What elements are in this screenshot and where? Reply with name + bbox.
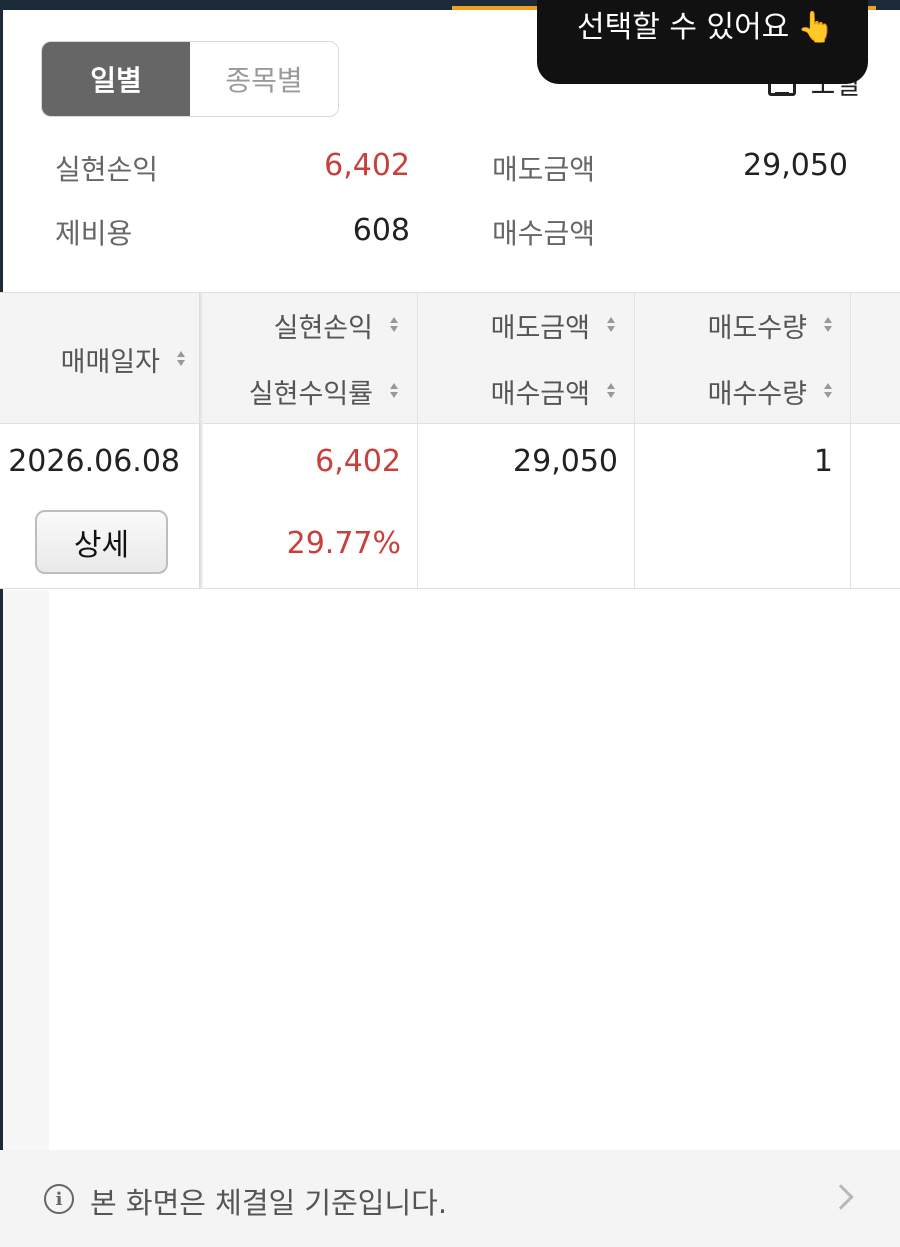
tab-daily[interactable]: 일별 [42, 42, 190, 116]
pointing-hand-icon: 👆 [797, 10, 835, 45]
detail-button[interactable]: 상세 [35, 510, 168, 574]
sort-icon [823, 382, 833, 400]
tooltip: 선택할 수 있어요 👆 [537, 0, 868, 84]
header-sell-qty[interactable]: 매도수량 [635, 305, 833, 345]
chevron-right-icon [828, 1184, 854, 1210]
header-sell-qty-label: 매도수량 [707, 312, 807, 344]
table-header: 매매일자 실현손익 실현수익률 매도금액 매수금액 매도수량 매수수량 [0, 292, 900, 424]
header-realized-rate[interactable]: 실현수익률 [203, 371, 399, 411]
sort-icon [606, 382, 616, 400]
header-buy-amount-label: 매수금액 [490, 378, 590, 410]
summary-realized-pl-label: 실현손익 [55, 153, 159, 186]
fixed-column-shadow [199, 292, 203, 589]
sort-icon [176, 350, 186, 368]
info-icon: i [44, 1184, 74, 1214]
sort-icon [389, 382, 399, 400]
cell-realized-pl: 6,402 [315, 444, 401, 479]
summary-sell-amount-value: 29,050 [743, 148, 848, 183]
tooltip-text: 선택할 수 있어요 [577, 10, 790, 45]
fixed-column-background [3, 590, 49, 1150]
sort-icon [389, 316, 399, 334]
view-mode-toggle: 일별 종목별 [41, 41, 339, 117]
summary-realized-pl-value: 6,402 [324, 148, 410, 183]
column-divider [634, 292, 635, 589]
cell-sell-qty: 1 [813, 444, 833, 479]
tab-by-stock[interactable]: 종목별 [190, 42, 338, 116]
sort-icon [606, 316, 616, 334]
cell-realized-rate: 29.77% [286, 526, 401, 561]
summary-buy-amount-label: 매수금액 [492, 217, 596, 250]
summary-fees-label: 제비용 [55, 217, 133, 250]
header-date[interactable]: 매매일자 [0, 339, 186, 379]
column-divider [850, 292, 851, 589]
summary-sell-amount-label: 매도금액 [492, 153, 596, 186]
header-date-label: 매매일자 [60, 346, 160, 378]
header-buy-amount[interactable]: 매수금액 [418, 371, 616, 411]
header-realized-rate-label: 실현수익률 [248, 378, 373, 410]
cell-sell-amount: 29,050 [513, 444, 618, 479]
column-divider [417, 292, 418, 589]
header-sell-amount-label: 매도금액 [490, 312, 590, 344]
footer-text: 본 화면은 체결일 기준입니다. [90, 1186, 448, 1220]
sort-icon [823, 316, 833, 334]
footer-notice[interactable]: i 본 화면은 체결일 기준입니다. [0, 1150, 900, 1247]
header-realized-pl-label: 실현손익 [273, 312, 373, 344]
header-sell-amount[interactable]: 매도금액 [418, 305, 616, 345]
summary-fees-value: 608 [352, 213, 410, 248]
header-buy-qty[interactable]: 매수수량 [635, 371, 833, 411]
table-row[interactable]: 2026.06.08 상세 6,402 29.77% 29,050 1 [0, 424, 900, 589]
header-realized-pl[interactable]: 실현손익 [203, 305, 399, 345]
cell-date: 2026.06.08 [8, 444, 180, 479]
header-buy-qty-label: 매수수량 [707, 378, 807, 410]
